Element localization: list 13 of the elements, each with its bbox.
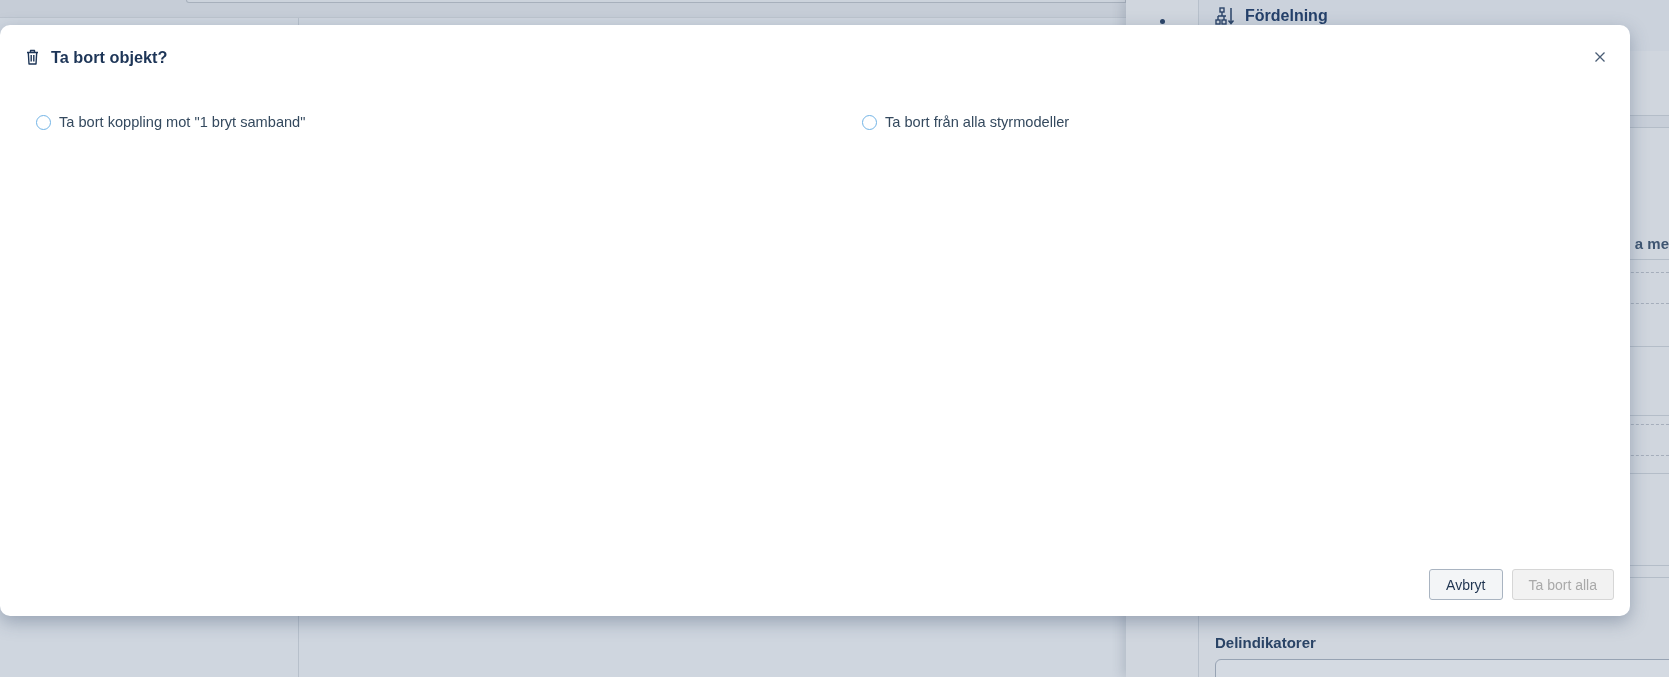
- radio-button[interactable]: [862, 114, 877, 130]
- radio-option[interactable]: Ta bort från alla styrmodeller: [862, 114, 1070, 130]
- close-icon: [1595, 52, 1605, 62]
- radio-option[interactable]: Ta bort koppling mot "1 bryt samband": [36, 114, 306, 130]
- cancel-button[interactable]: Avbryt: [1429, 569, 1503, 600]
- section-title: Delindikatorer: [1215, 633, 1316, 653]
- column-label: a me: [1634, 235, 1669, 253]
- radio-button[interactable]: [36, 114, 51, 130]
- dot-icon: [1159, 19, 1165, 24]
- panel-title: Fördelning: [1245, 6, 1328, 26]
- dialog-title: Ta bort objekt?: [51, 47, 168, 67]
- trash-icon: [26, 49, 39, 65]
- hierarchy-sort-icon: [1215, 7, 1235, 25]
